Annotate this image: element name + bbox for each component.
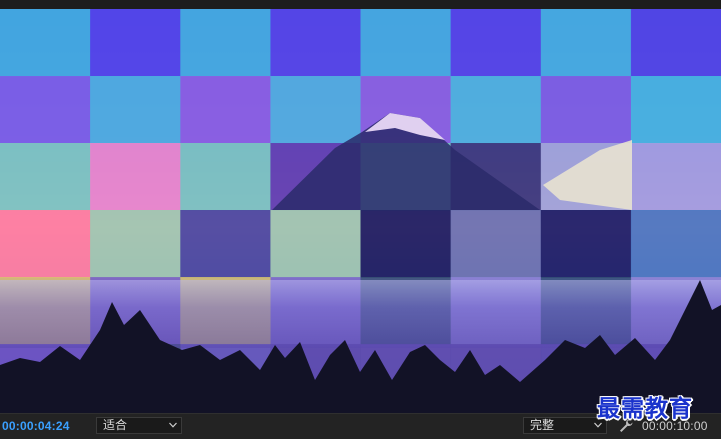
frame-top-border	[0, 0, 721, 9]
mosaic-tile	[180, 76, 271, 144]
mosaic-tile	[0, 76, 91, 144]
mosaic-tile	[540, 210, 632, 278]
video-frame	[0, 0, 721, 413]
zoom-level-value: 适合	[103, 418, 128, 432]
playback-resolution-value: 完整	[530, 418, 555, 432]
mosaic-tile	[180, 143, 271, 211]
mosaic-tile	[630, 9, 721, 77]
mosaic-tile	[180, 9, 271, 77]
mosaic-tile	[270, 210, 361, 278]
mosaic-tile	[540, 76, 632, 144]
mosaic-tile	[360, 9, 452, 77]
mosaic-tile	[450, 9, 542, 77]
watermark-logo: 最需教育	[597, 395, 693, 422]
chevron-down-icon	[169, 422, 177, 428]
mosaic-tile	[0, 143, 91, 211]
mosaic-tile	[90, 210, 181, 278]
mosaic-tile	[270, 9, 361, 77]
mosaic-tile	[0, 9, 91, 77]
mosaic-tile	[630, 143, 721, 211]
mosaic-tile	[630, 210, 721, 278]
playback-resolution-select[interactable]: 完整	[523, 417, 607, 434]
mosaic-tile	[450, 76, 542, 144]
mosaic-tile	[0, 210, 91, 278]
current-timecode[interactable]: 00:00:04:24	[2, 419, 70, 433]
mosaic-tile	[180, 210, 271, 278]
zoom-level-select[interactable]: 适合	[96, 417, 182, 434]
program-monitor	[0, 0, 721, 413]
mosaic-tile	[270, 76, 361, 144]
mosaic-tile	[360, 210, 452, 278]
mosaic-tile	[90, 143, 181, 211]
mosaic-tile	[90, 76, 181, 144]
mosaic-tile	[630, 76, 721, 144]
mosaic-tile	[540, 9, 632, 77]
mosaic-tile	[90, 9, 181, 77]
mosaic-tile	[450, 210, 542, 278]
